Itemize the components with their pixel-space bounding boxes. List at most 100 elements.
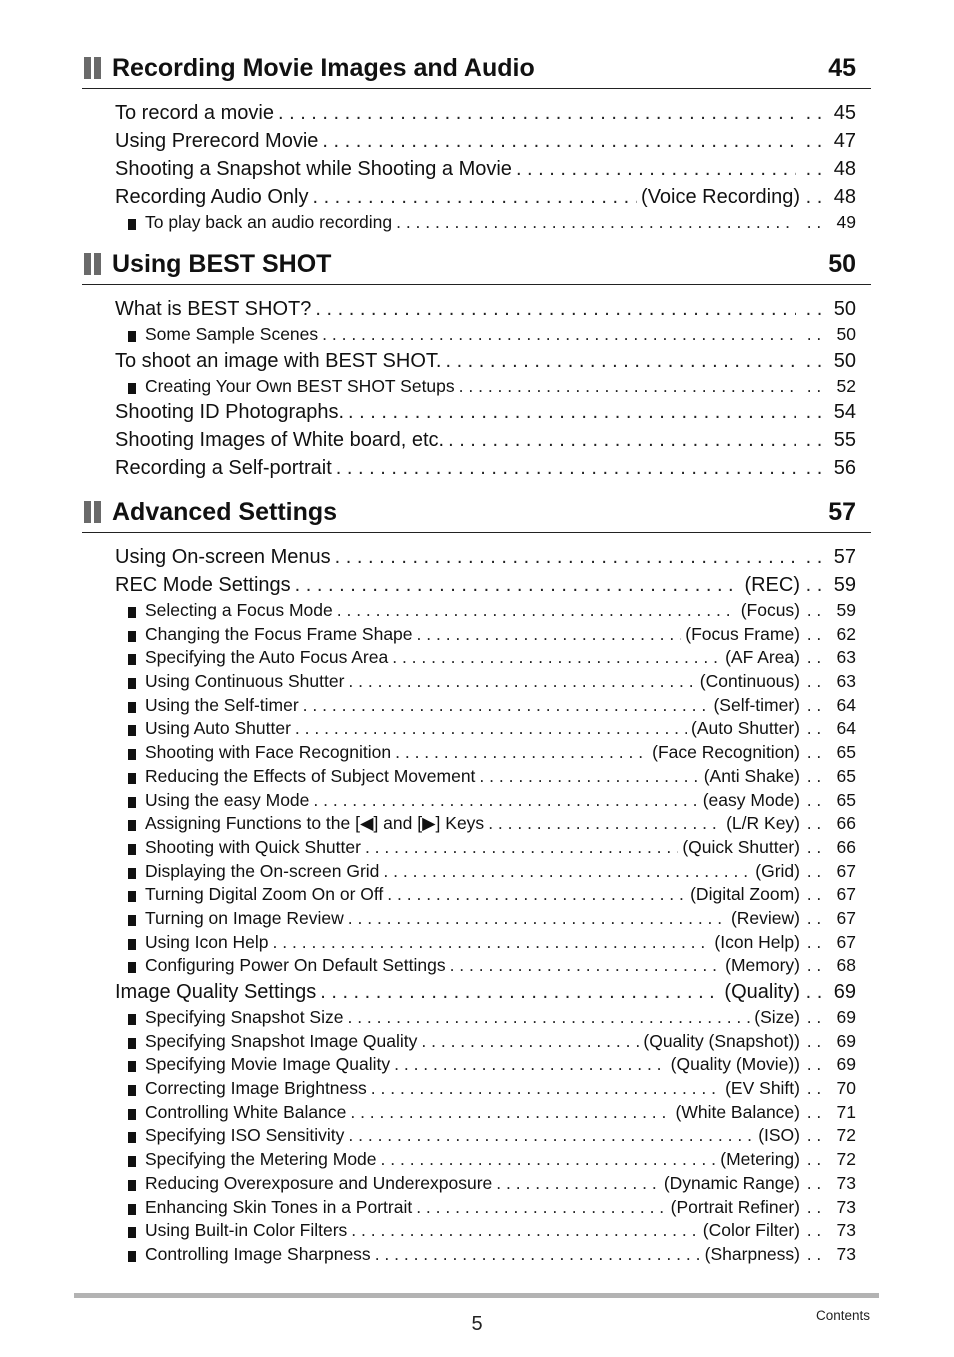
toc-entry[interactable]: Shooting ID Photographs. . . 54	[82, 398, 871, 426]
dot-leader	[313, 789, 698, 813]
square-bullet-icon	[128, 678, 136, 690]
footer-rule	[74, 1293, 879, 1298]
toc-subentry[interactable]: Some Sample Scenes . . 50	[82, 323, 871, 347]
entry-page-number: 65	[836, 765, 856, 786]
toc-subentry[interactable]: Specifying the Auto Focus Area (AF Area).…	[82, 646, 871, 670]
toc-subentry[interactable]: Using Auto Shutter (Auto Shutter) . . 64	[82, 717, 871, 741]
dot-leader-short: . .	[806, 1054, 822, 1075]
toc-subentry[interactable]: Specifying the Metering Mode (Metering) . …	[82, 1148, 871, 1172]
toc-subentry[interactable]: Selecting a Focus Mode (Focus) . . 59	[82, 599, 871, 623]
square-bullet-icon	[128, 914, 136, 926]
dot-leader-short: . .	[806, 623, 822, 644]
entry-page-number: 48	[833, 186, 856, 208]
toc-subentry[interactable]: Creating Your Own BEST SHOT Setups . . 52	[82, 375, 871, 399]
toc-subentry[interactable]: Using the Self-timer (Self-timer) . . 64	[82, 694, 871, 718]
toc-entry[interactable]: To shoot an image with BEST SHOT. . . 50	[82, 347, 871, 375]
toc-subentry[interactable]: Using Built-in Color Filters (Color Filte…	[82, 1219, 871, 1243]
entry-page-number: 64	[836, 718, 856, 739]
entry-page-number: 45	[833, 102, 856, 124]
toc-subentry[interactable]: Correcting Image Brightness (EV Shift) . .…	[82, 1077, 871, 1101]
entry-menu-tag: (REC)	[744, 574, 800, 596]
section-bars-icon	[84, 501, 102, 523]
toc-subentry[interactable]: Turning on Image Review (Review) . . 67	[82, 907, 871, 931]
dot-leader-short: . .	[806, 789, 822, 810]
toc-subentry[interactable]: Controlling White Balance (White Balance)…	[82, 1101, 871, 1125]
toc-subentry[interactable]: Specifying Snapshot Image Quality (Qualit…	[82, 1030, 871, 1054]
toc-subentry[interactable]: Changing the Focus Frame Shape (Focus Fra…	[82, 623, 871, 647]
toc-subentry[interactable]: Specifying ISO Sensitivity (ISO) . . 72	[82, 1124, 871, 1148]
toc-subentry[interactable]: Specifying Snapshot Size (Size) . . 69	[82, 1006, 871, 1030]
section-page-number[interactable]: 45	[828, 54, 856, 83]
square-bullet-icon	[128, 891, 136, 903]
entry-title: Shooting Images of White board, etc.	[115, 429, 445, 452]
toc-entry[interactable]: Using On-screen Menus . . 57	[82, 543, 871, 571]
entry-menu-tag: (Size)	[754, 1007, 800, 1027]
toc-entry[interactable]: Recording a Self-portrait . . 56	[82, 454, 871, 482]
toc-entry[interactable]: REC Mode Settings (REC) . . 59	[82, 571, 871, 599]
dot-leader	[445, 347, 796, 375]
dot-leader-short: . .	[806, 1220, 822, 1241]
toc-subentry[interactable]: Assigning Functions to the [◀] and [▶] K…	[82, 812, 871, 836]
toc-subentry[interactable]: Configuring Power On Default Settings (Me…	[82, 954, 871, 978]
entry-title: Assigning Functions to the [◀] and [▶] K…	[145, 813, 485, 834]
dot-leader	[273, 931, 711, 955]
section-entries: To record a movie . . 45 Using Prerecord Mo…	[82, 99, 871, 235]
entry-page-number: 56	[833, 457, 856, 480]
entry-title: Image Quality Settings	[115, 981, 317, 1003]
section-page-number[interactable]: 50	[828, 250, 856, 279]
toc-subentry[interactable]: Shooting with Quick Shutter (Quick Shutte…	[82, 836, 871, 860]
toc-subentry[interactable]: Controlling Image Sharpness (Sharpness) . …	[82, 1243, 871, 1267]
dot-leader-short: . .	[806, 718, 822, 739]
entry-page-number: 73	[836, 1196, 856, 1217]
entry-title: Recording Audio Only	[115, 186, 309, 208]
toc-subentry[interactable]: Reducing the Effects of Subject Movement…	[82, 765, 871, 789]
toc-subentry[interactable]: Turning Digital Zoom On or Off (Digital Z…	[82, 883, 871, 907]
footer-contents-label[interactable]: Contents	[816, 1308, 870, 1323]
dot-leader-short: . .	[805, 981, 823, 1003]
square-bullet-icon	[128, 1227, 136, 1239]
section-title[interactable]: Using BEST SHOT	[112, 250, 331, 279]
square-bullet-icon	[128, 331, 136, 342]
dot-leader-short: . .	[806, 813, 822, 834]
toc-entry[interactable]: Shooting a Snapshot while Shooting a Mov…	[82, 155, 871, 183]
toc-entry[interactable]: Recording Audio Only (Voice Recording) . .…	[82, 183, 871, 211]
toc-subentry[interactable]: Using Icon Help (Icon Help) . . 67	[82, 931, 871, 955]
toc-subentry[interactable]: To play back an audio recording . . 49	[82, 211, 871, 235]
entry-menu-tag: (Self-timer)	[713, 694, 800, 715]
dot-leader-short: . .	[805, 298, 823, 320]
toc-entry[interactable]: What is BEST SHOT? . . 50	[82, 295, 871, 323]
dot-leader-short: . .	[806, 884, 822, 905]
toc-entry[interactable]: To record a movie . . 45	[82, 99, 871, 127]
toc-subentry[interactable]: Specifying Movie Image Quality (Quality (…	[82, 1053, 871, 1077]
dot-leader	[516, 155, 796, 183]
toc-subentry[interactable]: Shooting with Face Recognition (Face Reco…	[82, 741, 871, 765]
entry-menu-tag: (Focus)	[740, 600, 800, 620]
toc-entry[interactable]: Shooting Images of White board, etc. . . 5…	[82, 426, 871, 454]
dot-leader-short: . .	[806, 324, 822, 344]
entry-title: Enhancing Skin Tones in a Portrait	[145, 1196, 413, 1217]
entry-page-number: 67	[836, 884, 856, 905]
section-title[interactable]: Advanced Settings	[112, 498, 337, 527]
entry-page-number: 72	[836, 1149, 856, 1170]
entry-menu-tag: (White Balance)	[675, 1101, 801, 1122]
toc-subentry[interactable]: Reducing Overexposure and Underexposure (…	[82, 1172, 871, 1196]
toc-subentry[interactable]: Using Continuous Shutter (Continuous) . . 6…	[82, 670, 871, 694]
toc-entry[interactable]: Using Prerecord Movie . . 47	[82, 127, 871, 155]
section-page-number[interactable]: 57	[828, 498, 856, 527]
dot-leader	[295, 717, 687, 741]
section-header: Recording Movie Images and Audio 45	[82, 48, 871, 89]
dot-leader	[421, 1030, 639, 1054]
dot-leader-short: . .	[805, 546, 823, 568]
toc-subentry[interactable]: Using the easy Mode (easy Mode) . . 65	[82, 789, 871, 813]
square-bullet-icon	[128, 1037, 136, 1049]
section-entries: Using On-screen Menus . . 57 REC Mode Setti…	[82, 543, 871, 1267]
toc-subentry[interactable]: Displaying the On-screen Grid (Grid) . . 67	[82, 860, 871, 884]
section-title[interactable]: Recording Movie Images and Audio	[112, 54, 535, 83]
square-bullet-icon	[128, 1179, 136, 1191]
dot-leader-short: . .	[806, 1078, 822, 1099]
toc-section-advanced-settings: Advanced Settings 57 Using On-screen Men…	[82, 492, 871, 1267]
dot-leader-short: . .	[805, 574, 823, 596]
toc-entry[interactable]: Image Quality Settings (Quality) . . 69	[82, 978, 871, 1006]
toc-subentry[interactable]: Enhancing Skin Tones in a Portrait (Portr…	[82, 1196, 871, 1220]
entry-page-number: 50	[833, 349, 856, 372]
